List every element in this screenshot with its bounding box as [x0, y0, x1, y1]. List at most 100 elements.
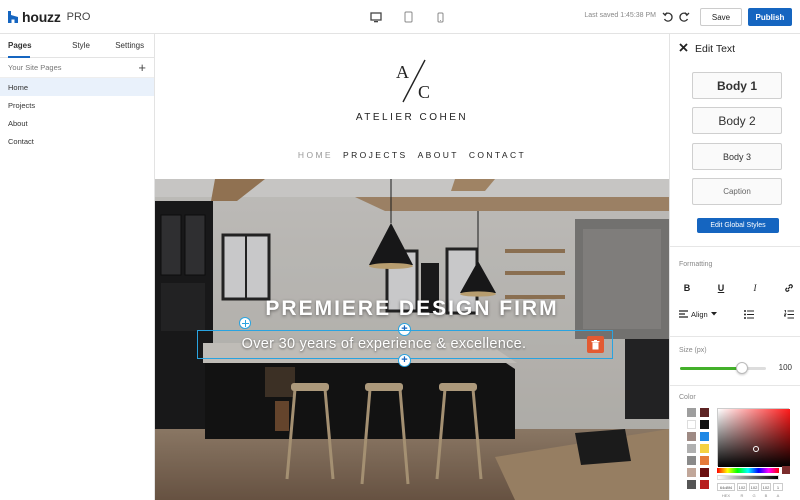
tab-style[interactable]: Style — [57, 34, 106, 57]
italic-button[interactable]: I — [747, 281, 763, 295]
text-style-caption[interactable]: Caption — [692, 178, 782, 205]
text-style-body-1[interactable]: Body 1 — [692, 72, 782, 99]
green-label: G — [752, 493, 756, 498]
tab-settings[interactable]: Settings — [105, 34, 154, 57]
color-swatch[interactable] — [700, 468, 709, 477]
mobile-icon[interactable] — [432, 10, 448, 24]
text-style-body-2[interactable]: Body 2 — [692, 107, 782, 134]
red-label: R — [740, 493, 744, 498]
left-panel: Pages Style Settings Your Site Pages + H… — [0, 34, 155, 500]
page-item-about[interactable]: About — [0, 114, 154, 132]
save-button[interactable]: Save — [700, 8, 742, 26]
tablet-icon[interactable] — [400, 10, 416, 24]
color-swatch[interactable] — [700, 408, 709, 417]
color-swatch[interactable] — [687, 420, 696, 429]
color-input-labels: HEX R G B A — [717, 493, 783, 498]
site-nav-projects[interactable]: PROJECTS — [343, 150, 408, 160]
alpha-slider[interactable] — [717, 475, 779, 480]
hex-label: HEX — [721, 493, 731, 498]
edit-global-styles-button[interactable]: Edit Global Styles — [697, 218, 779, 233]
color-swatch[interactable] — [687, 408, 696, 417]
color-swatch[interactable] — [687, 480, 696, 489]
houzz-logo[interactable]: houzz PRO — [8, 9, 91, 25]
color-swatch[interactable] — [700, 480, 709, 489]
alpha-label: A — [776, 493, 780, 498]
color-swatch[interactable] — [700, 444, 709, 453]
page-item-projects[interactable]: Projects — [0, 96, 154, 114]
color-swatch[interactable] — [687, 468, 696, 477]
text-style-body-3[interactable]: Body 3 — [692, 143, 782, 170]
tab-pages[interactable]: Pages — [0, 34, 57, 58]
size-slider-thumb[interactable] — [735, 362, 748, 374]
current-color-preview — [782, 466, 790, 474]
hue-slider[interactable] — [717, 468, 779, 473]
color-swatch[interactable] — [700, 420, 709, 429]
site-nav-home[interactable]: HOME — [298, 150, 333, 160]
green-input[interactable]: 102 — [749, 483, 759, 491]
align-left-icon — [679, 310, 688, 318]
top-toolbar: houzz PRO Last saved 1:45:38 PM Save Pub… — [0, 0, 800, 34]
chevron-down-icon — [710, 312, 717, 316]
alpha-input[interactable]: 1 — [773, 483, 783, 491]
red-input[interactable]: 102 — [737, 483, 747, 491]
hero-section[interactable]: PREMIERE DESIGN FIRM + Over 30 years of … — [155, 179, 669, 500]
size-slider[interactable] — [680, 362, 766, 374]
size-slider-fill — [680, 367, 742, 370]
redo-icon[interactable] — [678, 10, 692, 24]
hero-title[interactable]: PREMIERE DESIGN FIRM — [155, 297, 669, 321]
left-panel-tabs: Pages Style Settings — [0, 34, 154, 58]
brand-name: ATELIER COHEN — [355, 112, 469, 123]
color-label: Color — [679, 394, 696, 401]
color-swatch[interactable] — [687, 444, 696, 453]
undo-icon[interactable] — [662, 10, 676, 24]
panel-title: Edit Text — [695, 43, 736, 55]
blue-input[interactable]: 102 — [761, 483, 771, 491]
color-swatch[interactable] — [700, 456, 709, 465]
site-nav-contact[interactable]: CONTACT — [469, 150, 526, 160]
color-swatch[interactable] — [700, 432, 709, 441]
color-swatch[interactable] — [687, 432, 696, 441]
houzz-logo-icon — [8, 11, 18, 23]
delete-element-icon[interactable] — [587, 336, 604, 353]
size-value[interactable]: 100 — [770, 363, 792, 372]
formatting-row-1: B U I — [679, 281, 797, 295]
color-inputs: 64d8f4 102 102 102 1 — [717, 483, 783, 491]
divider — [670, 385, 800, 386]
app-name: houzz — [22, 9, 61, 25]
divider — [670, 246, 800, 247]
formatting-row-2: Align — [679, 307, 797, 321]
move-handle-icon[interactable] — [239, 317, 251, 329]
desktop-icon[interactable] — [368, 10, 384, 24]
add-page-icon[interactable]: + — [138, 61, 146, 74]
align-label: Align — [691, 309, 708, 319]
page-item-home[interactable]: Home — [0, 78, 154, 96]
publish-button[interactable]: Publish — [748, 8, 792, 26]
bulleted-list-icon[interactable] — [741, 307, 757, 321]
hero-subtitle[interactable]: Over 30 years of experience & excellence… — [197, 336, 571, 352]
color-swatches — [687, 408, 709, 489]
color-picker-area[interactable] — [717, 408, 790, 467]
hex-input[interactable]: 64d8f4 — [717, 483, 735, 491]
link-icon[interactable] — [781, 281, 797, 295]
align-dropdown[interactable]: Align — [679, 310, 717, 319]
monogram-left-letter: A — [396, 62, 409, 82]
device-switcher — [368, 10, 448, 24]
edit-text-header: Edit Text — [670, 34, 800, 64]
close-icon[interactable] — [679, 43, 688, 55]
brand-monogram: A C — [396, 59, 430, 103]
numbered-list-icon[interactable] — [781, 307, 797, 321]
site-pages-label: Your Site Pages — [8, 63, 62, 72]
size-label: Size (px) — [679, 347, 707, 354]
site-nav: HOME PROJECTS ABOUT CONTACT — [155, 150, 669, 160]
formatting-label: Formatting — [679, 261, 713, 268]
app-suffix: PRO — [66, 11, 91, 23]
add-section-below-icon[interactable]: + — [398, 354, 411, 367]
divider — [670, 336, 800, 337]
page-item-contact[interactable]: Contact — [0, 132, 154, 150]
bold-button[interactable]: B — [679, 281, 695, 295]
last-saved-status: Last saved 1:45:38 PM — [584, 12, 656, 19]
color-swatch[interactable] — [687, 456, 696, 465]
site-canvas: A C ATELIER COHEN HOME PROJECTS ABOUT CO… — [155, 34, 669, 500]
underline-button[interactable]: U — [713, 281, 729, 295]
site-nav-about[interactable]: ABOUT — [418, 150, 459, 160]
